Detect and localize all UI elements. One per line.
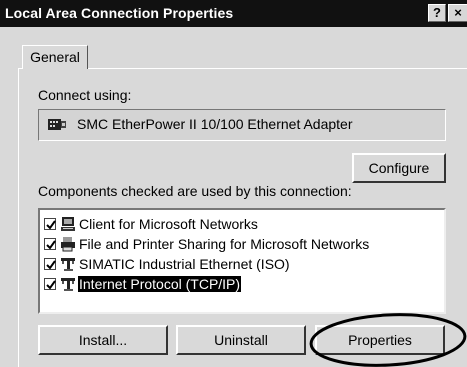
- adapter-field: SMC EtherPower II 10/100 Ethernet Adapte…: [38, 109, 446, 141]
- checkbox[interactable]: [44, 258, 56, 270]
- checkbox[interactable]: [44, 218, 56, 230]
- title-bar: Local Area Connection Properties ? ×: [0, 0, 467, 27]
- window-title: Local Area Connection Properties: [5, 5, 234, 21]
- checkbox[interactable]: [44, 238, 56, 250]
- configure-button[interactable]: Configure: [352, 153, 446, 183]
- list-item[interactable]: Internet Protocol (TCP/IP): [40, 274, 444, 294]
- list-item[interactable]: Client for Microsoft Networks: [40, 214, 444, 234]
- components-label: Components checked are used by this conn…: [38, 183, 352, 199]
- check-icon: [46, 220, 56, 230]
- check-icon: [46, 240, 56, 250]
- checkbox[interactable]: [44, 278, 56, 290]
- adapter-name: SMC EtherPower II 10/100 Ethernet Adapte…: [77, 116, 353, 132]
- properties-button[interactable]: Properties: [315, 325, 445, 355]
- help-button[interactable]: ?: [428, 4, 446, 22]
- list-item[interactable]: SIMATIC Industrial Ethernet (ISO): [40, 254, 444, 274]
- check-icon: [46, 280, 56, 290]
- check-icon: [46, 260, 56, 270]
- install-button[interactable]: Install...: [38, 325, 168, 355]
- connect-using-label: Connect using:: [38, 87, 132, 103]
- item-label-selected: Internet Protocol (TCP/IP): [78, 276, 242, 292]
- network-adapter-icon: [48, 119, 66, 130]
- printer-icon: [61, 237, 75, 252]
- list-item[interactable]: File and Printer Sharing for Microsoft N…: [40, 234, 444, 254]
- tab-general[interactable]: General: [22, 45, 88, 69]
- protocol-icon: [61, 258, 75, 271]
- uninstall-button[interactable]: Uninstall: [176, 325, 306, 355]
- computer-icon: [61, 217, 75, 231]
- item-label: SIMATIC Industrial Ethernet (ISO): [79, 256, 290, 272]
- components-list[interactable]: Client for Microsoft Networks File and P…: [38, 208, 446, 314]
- protocol-icon: [61, 278, 75, 291]
- item-label: File and Printer Sharing for Microsoft N…: [79, 236, 370, 252]
- item-label: Client for Microsoft Networks: [79, 216, 258, 232]
- close-button[interactable]: ×: [448, 4, 467, 22]
